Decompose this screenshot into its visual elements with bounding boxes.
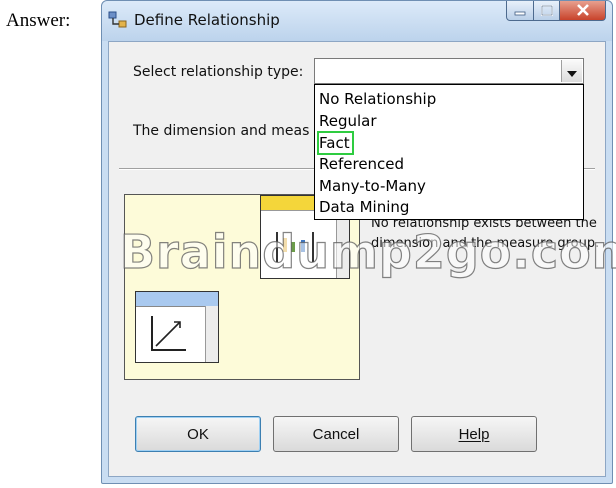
window-title: Define Relationship: [134, 11, 280, 29]
help-button[interactable]: Help: [411, 416, 537, 452]
dropdown-option[interactable]: Referenced: [319, 154, 404, 174]
dropdown-option[interactable]: No Relationship: [319, 89, 436, 109]
dropdown-option[interactable]: Data Mining: [319, 197, 409, 217]
dropdown-option[interactable]: Regular: [319, 111, 377, 131]
minimize-button[interactable]: [506, 1, 534, 21]
mini-scrollbar: [205, 306, 218, 362]
combobox-dropdown-button[interactable]: [561, 60, 582, 82]
watermark-text: Braindump2go.com: [119, 224, 616, 279]
relationship-illustration: [124, 194, 360, 380]
axis-chart-icon: [146, 312, 190, 360]
chevron-down-icon: [567, 62, 577, 81]
mini-title-bar: [136, 292, 218, 307]
relationship-type-dropdown-list: No Relationship Regular Fact Referenced …: [314, 84, 584, 220]
answer-label: Answer:: [6, 10, 71, 31]
maximize-icon: [540, 1, 553, 20]
ok-button[interactable]: OK: [135, 416, 261, 452]
close-icon: [576, 1, 590, 20]
dropdown-option-highlighted[interactable]: Fact: [317, 131, 354, 155]
relationship-type-label: Select relationship type:: [133, 64, 304, 80]
dropdown-option[interactable]: Many-to-Many: [319, 176, 426, 196]
relationship-icon: [108, 10, 128, 30]
help-button-label: Help: [458, 425, 490, 443]
close-button[interactable]: [560, 1, 606, 21]
maximize-button[interactable]: [534, 1, 560, 21]
title-bar[interactable]: Define Relationship: [102, 1, 612, 41]
minimize-icon: [514, 1, 526, 20]
dimension-window-graphic: [135, 291, 219, 363]
dimension-measure-label: The dimension and meas: [133, 123, 310, 139]
cancel-button[interactable]: Cancel: [273, 416, 399, 452]
relationship-type-combobox[interactable]: [314, 58, 584, 84]
